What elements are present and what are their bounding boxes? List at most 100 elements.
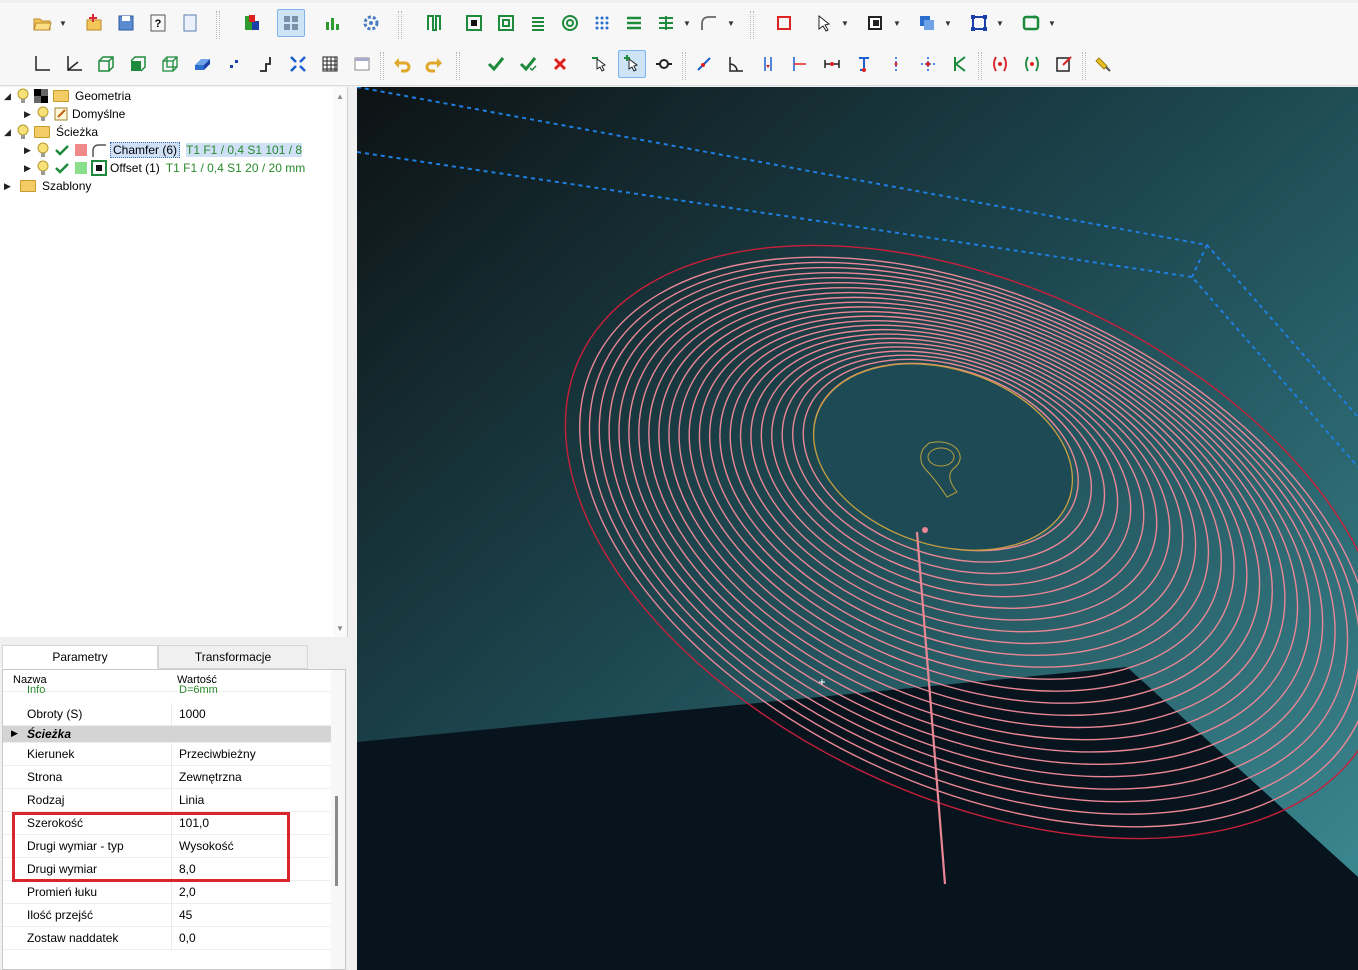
check-all-icon[interactable] <box>514 50 542 78</box>
vertical-dim-icon[interactable] <box>754 50 782 78</box>
toolpath-scene[interactable] <box>357 87 1358 970</box>
cancel-icon[interactable] <box>546 50 574 78</box>
expand-arrow-icon[interactable]: ◢ <box>4 91 16 102</box>
pick-move-icon[interactable] <box>618 50 646 78</box>
transform-icon[interactable] <box>965 9 993 37</box>
expand-arrow-icon[interactable]: ◢ <box>4 127 16 138</box>
collapse-arrow-icon[interactable]: ▶ <box>24 109 36 120</box>
property-row[interactable]: Promień łuku 2,0 <box>3 881 331 904</box>
collapse-arrow-icon[interactable]: ▶ <box>4 181 16 192</box>
page-icon[interactable] <box>176 9 204 37</box>
chevron-down-icon[interactable]: ▼ <box>58 15 68 31</box>
property-value[interactable]: 0,0 <box>179 931 196 945</box>
save-icon[interactable] <box>112 9 140 37</box>
lines-icon[interactable] <box>620 9 648 37</box>
offset-inner-icon[interactable] <box>492 9 520 37</box>
collapse-arrow-icon[interactable]: ▶ <box>24 163 36 174</box>
property-section[interactable]: ▶ Ścieżka <box>3 726 331 743</box>
bulb-icon[interactable] <box>36 160 50 176</box>
center-dim-icon[interactable] <box>882 50 910 78</box>
property-row[interactable]: Drugi wymiar - typ Wysokość <box>3 835 331 858</box>
settings-icon[interactable] <box>357 9 385 37</box>
top-dim-icon[interactable] <box>850 50 878 78</box>
property-value[interactable]: Zewnętrzna <box>179 770 242 784</box>
property-value[interactable]: 2,0 <box>179 885 196 899</box>
pick-icon[interactable] <box>586 50 614 78</box>
color-swatch[interactable] <box>75 144 87 156</box>
tree-node-sciezka[interactable]: ◢ Ścieżka <box>4 123 98 141</box>
redo-icon[interactable] <box>420 50 448 78</box>
scrollbar-thumb[interactable] <box>335 796 338 886</box>
property-value[interactable]: Linia <box>179 793 204 807</box>
property-row[interactable]: Drugi wymiar 8,0 <box>3 858 331 881</box>
snap-icon[interactable] <box>690 50 718 78</box>
property-row[interactable]: Zostaw naddatek 0,0 <box>3 927 331 950</box>
property-row[interactable]: Obroty (S) 1000 <box>3 703 331 726</box>
chevron-down-icon[interactable]: ▼ <box>840 15 850 31</box>
select-icon[interactable] <box>810 9 838 37</box>
grid-icon[interactable] <box>316 50 344 78</box>
tab-parametry[interactable]: Parametry <box>2 645 158 669</box>
property-row[interactable]: Kierunek Przeciwbieżny <box>3 743 331 766</box>
drill-points-icon[interactable] <box>588 9 616 37</box>
chamfer-icon[interactable] <box>695 9 723 37</box>
property-row[interactable]: Strona Zewnętrzna <box>3 766 331 789</box>
chevron-down-icon[interactable]: ▼ <box>726 15 736 31</box>
fit-view-icon[interactable] <box>284 50 312 78</box>
help-icon[interactable]: ? <box>144 9 172 37</box>
window-icon[interactable] <box>348 50 376 78</box>
property-value[interactable]: 45 <box>179 908 192 922</box>
offset-icon[interactable] <box>460 9 488 37</box>
bulb-icon[interactable] <box>36 142 50 158</box>
bulb-icon[interactable] <box>16 124 30 140</box>
solid-icon[interactable] <box>188 50 216 78</box>
cross-dim-icon[interactable] <box>914 50 942 78</box>
property-value[interactable]: 8,0 <box>179 862 196 876</box>
cube-front-icon[interactable] <box>92 50 120 78</box>
hatch-icon[interactable] <box>524 9 552 37</box>
bracket-red-icon[interactable] <box>986 50 1014 78</box>
tree-scrollbar[interactable]: ▲ ▼ <box>333 87 347 637</box>
check-icon[interactable] <box>54 160 70 176</box>
open-icon[interactable] <box>28 9 56 37</box>
tree-node-geometria[interactable]: ◢ Geometria <box>4 87 131 105</box>
grid-view-icon[interactable] <box>277 9 305 37</box>
color-swatch[interactable] <box>75 162 87 174</box>
cube-wire-icon[interactable] <box>156 50 184 78</box>
collapse-arrow-icon[interactable]: ▶ <box>24 145 36 156</box>
check-icon[interactable] <box>54 142 70 158</box>
property-row[interactable]: Szerokość 101,0 <box>3 812 331 835</box>
spiral-icon[interactable] <box>556 9 584 37</box>
undo-icon[interactable] <box>388 50 416 78</box>
zigzag-icon[interactable] <box>652 9 680 37</box>
tree-node-offset[interactable]: ▶ Offset (1) T1 F1 / 0,4 S1 20 / 20 mm <box>24 159 305 177</box>
section-arrow-icon[interactable]: ▶ <box>11 728 18 739</box>
pocket-icon[interactable] <box>420 9 448 37</box>
frame-icon[interactable] <box>770 9 798 37</box>
property-value[interactable]: Wysokość <box>179 839 234 853</box>
tree-node-szablony[interactable]: ▶ Szablony <box>4 177 91 195</box>
3d-viewport[interactable] <box>357 87 1358 970</box>
edit-icon[interactable] <box>1050 50 1078 78</box>
angle-icon[interactable] <box>722 50 750 78</box>
property-value[interactable]: Przeciwbieżny <box>179 747 256 761</box>
axis-icon[interactable] <box>28 50 56 78</box>
cube-icon[interactable] <box>124 50 152 78</box>
chevron-down-icon[interactable]: ▼ <box>892 15 902 31</box>
panel-splitter[interactable] <box>0 637 348 645</box>
bulb-icon[interactable] <box>36 106 50 122</box>
chevron-down-icon[interactable]: ▼ <box>1047 15 1057 31</box>
brush-icon[interactable] <box>1090 50 1118 78</box>
refresh-icon[interactable] <box>1017 9 1045 37</box>
tree-node-chamfer[interactable]: ▶ Chamfer (6) T1 F1 / 0,4 S1 101 / 8 <box>24 141 303 159</box>
chevron-down-icon[interactable]: ▼ <box>943 15 953 31</box>
left-dim-icon[interactable] <box>786 50 814 78</box>
chevron-down-icon[interactable]: ▼ <box>682 15 692 31</box>
chart-icon[interactable] <box>318 9 346 37</box>
scroll-up-icon[interactable]: ▲ <box>333 89 347 103</box>
step-icon[interactable] <box>252 50 280 78</box>
new-icon[interactable] <box>80 9 108 37</box>
node-icon[interactable] <box>650 50 678 78</box>
points-icon[interactable] <box>220 50 248 78</box>
tree-node-domyslne[interactable]: ▶ Domyślne <box>24 105 125 123</box>
